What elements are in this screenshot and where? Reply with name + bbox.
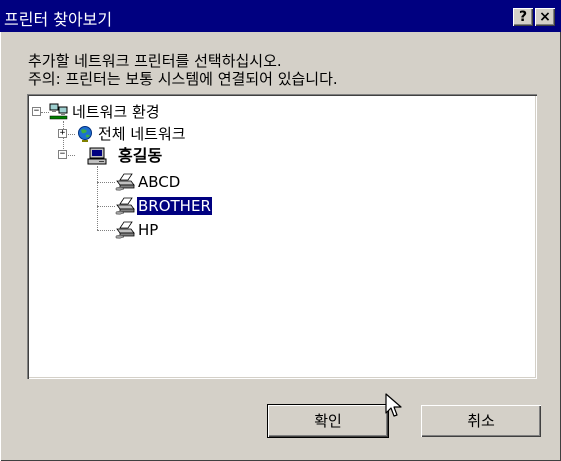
browse-printer-dialog: 프린터 찾아보기 ? × 추가할 네트워크 프린터를 선택하십시오. 주의: 프… [0, 0, 561, 461]
tree-connector [97, 230, 115, 231]
ok-button[interactable]: 확인 [268, 405, 388, 437]
printer-icon [115, 221, 135, 239]
printer-label: BROTHER [136, 196, 213, 216]
cancel-button[interactable]: 취소 [421, 405, 541, 437]
tree-node-label: 네트워크 환경 [72, 103, 160, 121]
tree-connector [41, 112, 49, 113]
tree-connector [97, 182, 115, 183]
collapse-toggle-icon[interactable]: − [32, 107, 41, 116]
printer-label: HP [138, 221, 159, 239]
tree-node-label: 홍길동 [118, 146, 163, 165]
computer-icon [87, 147, 107, 165]
network-neighborhood-icon [49, 103, 68, 120]
help-button[interactable]: ? [513, 8, 533, 26]
tree-node-label: 전체 네트워크 [98, 125, 186, 143]
printer-tree-view[interactable]: − 네트워크 환경 + 전체 네트워크 − 홍길동 ABCD BROTHER H… [27, 94, 537, 379]
window-title: 프린터 찾아보기 [4, 10, 113, 29]
close-button[interactable]: × [535, 8, 555, 26]
mouse-cursor-icon [385, 393, 402, 417]
collapse-toggle-icon[interactable]: − [58, 150, 67, 159]
printer-label: ABCD [138, 173, 181, 191]
tree-connector [97, 206, 115, 207]
printer-icon [115, 173, 135, 191]
instruction-line-1: 추가할 네트워크 프린터를 선택하십시오. [28, 52, 282, 70]
instructions-text: 추가할 네트워크 프린터를 선택하십시오. 주의: 프린터는 보통 시스템에 연… [28, 52, 548, 88]
tree-connector [97, 166, 98, 230]
title-bar[interactable]: 프린터 찾아보기 ? × [0, 0, 561, 32]
globe-icon [78, 126, 92, 142]
printer-icon [115, 197, 135, 215]
instruction-line-2: 주의: 프린터는 보통 시스템에 연결되어 있습니다. [28, 70, 338, 88]
expand-toggle-icon[interactable]: + [58, 129, 67, 138]
